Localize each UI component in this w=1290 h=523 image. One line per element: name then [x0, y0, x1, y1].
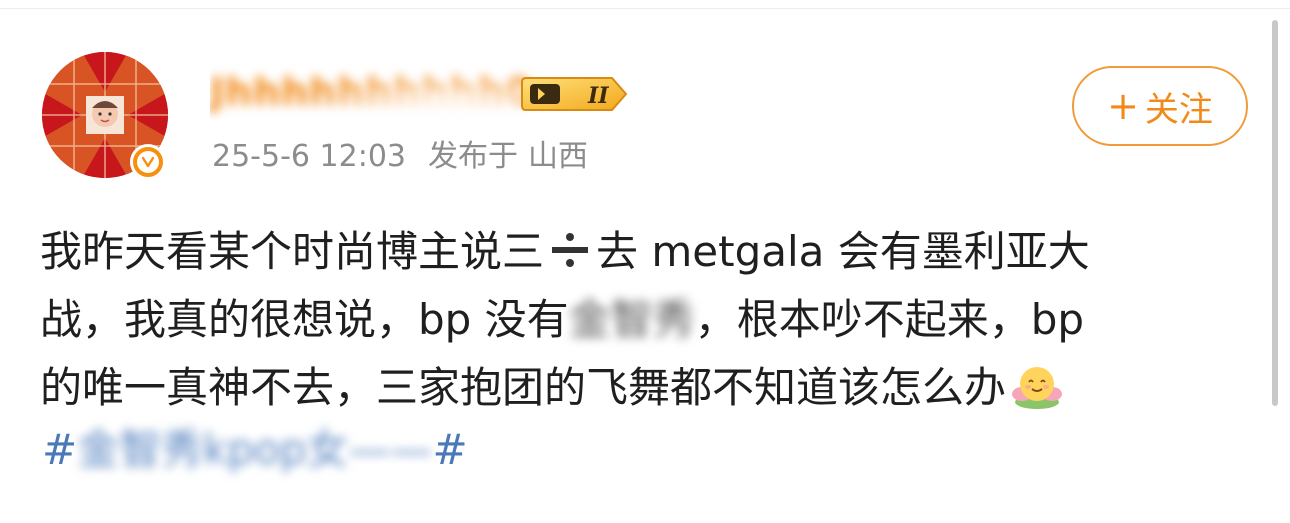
member-level-badge[interactable]: II: [520, 76, 632, 112]
post-location: 山西: [528, 139, 588, 174]
post-line-1: 我昨天看某个时尚博主说三 去 metgala 会有墨利亚大: [40, 218, 1220, 286]
post-line-2: 战，我真的很想说，bp 没有金智秀，根本吵不起来，bp: [40, 286, 1220, 354]
post-meta: 25-5-6 12:03 发布于 山西: [212, 136, 588, 178]
verified-badge-icon: [130, 144, 166, 180]
post-text-segment: 我昨天看某个时尚博主说三: [40, 227, 545, 276]
follow-button[interactable]: + 关注: [1072, 66, 1248, 146]
member-badge-icon: II: [521, 77, 628, 111]
post-body: 我昨天看某个时尚博主说三 去 metgala 会有墨利亚大 战，我真的很想说，bp…: [40, 218, 1220, 422]
hashtag-open: #: [42, 425, 78, 474]
post-text-segment: 的唯一真神不去，三家抱团的飞舞都不知道该怎么办: [40, 363, 1007, 412]
hashtag-text: 金智秀kpop女——: [77, 425, 433, 474]
top-divider: [0, 8, 1290, 9]
follow-button-label: 关注: [1144, 89, 1213, 130]
member-badge-text: II: [587, 83, 609, 109]
redacted-name: 金智秀: [568, 295, 695, 344]
post-line-3: 的唯一真神不去，三家抱团的飞舞都不知道该怎么办: [40, 354, 1220, 422]
hashtag-link[interactable]: #金智秀kpop女——#: [42, 416, 468, 484]
post-text-segment: 战，我真的很想说，bp 没有: [40, 295, 569, 344]
hashtag-close: #: [432, 425, 468, 474]
plus-icon: +: [1107, 84, 1139, 128]
post-text-segment: 去 metgala 会有墨利亚大: [596, 227, 1090, 276]
lotus-emoji-icon: [1012, 367, 1063, 409]
location-label: 发布于: [428, 139, 518, 174]
scrollbar[interactable]: [1272, 20, 1278, 406]
post-datetime: 25-5-6 12:03: [212, 139, 406, 174]
divide-sign-icon: [552, 233, 589, 267]
post-text-segment: ，根本吵不起来，bp: [694, 295, 1085, 344]
